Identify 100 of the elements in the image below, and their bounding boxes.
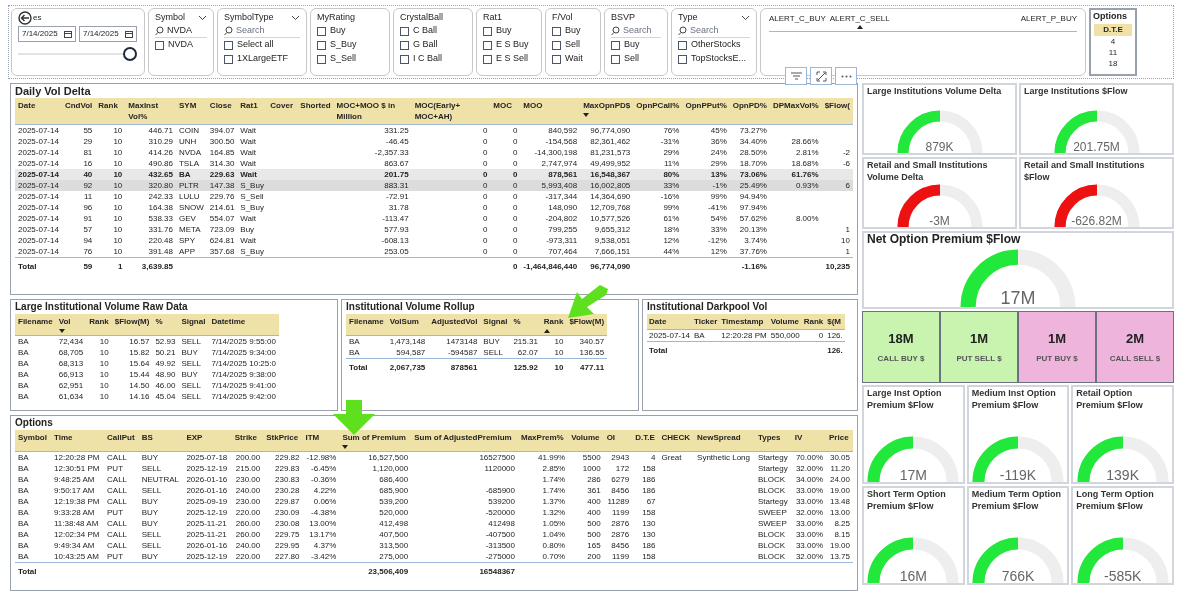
checkbox-label[interactable]: NVDA (168, 38, 193, 52)
table-row[interactable]: 2025-07-14 57 10 331.76 META 723.09 Buy 577.93 0 0 799,255 9,655,312 18% 33% 20.13% 1 (15, 224, 853, 235)
search-field[interactable]: Search (678, 24, 750, 38)
table-row[interactable]: BA 594,587 -594587 SELL 62.07 10 136.55 (346, 347, 608, 359)
checkbox[interactable] (400, 40, 409, 50)
column-header[interactable]: Date (647, 314, 692, 330)
checkbox[interactable] (552, 54, 561, 64)
search-field[interactable]: Search (611, 24, 661, 38)
checkbox-label[interactable]: Wait (565, 52, 583, 66)
column-header[interactable]: DPMaxVol% (770, 98, 822, 125)
table-row[interactable]: BA 68,705 10 15.82 50.21 BUY 7/14/2025 9:34:00 (15, 347, 279, 358)
column-header[interactable]: SYM (175, 98, 207, 125)
checkbox[interactable] (483, 26, 492, 36)
column-header[interactable]: Vol (55, 314, 87, 336)
column-header[interactable]: Sum of Premium (339, 430, 412, 452)
checkbox-label[interactable]: Sell (624, 52, 639, 66)
checkbox[interactable] (317, 26, 326, 36)
table-row[interactable]: BA 9:48:25 AM CALL NEUTRAL 2026-01-16 230.00 230.83 -0.36% 686,400 1.74% 286 6279 186 BLOCK 34.00% 24.00 (15, 474, 853, 485)
column-header[interactable]: $Flow( (821, 98, 853, 125)
column-header[interactable]: Rank (801, 314, 826, 330)
checkbox-label[interactable]: Buy (565, 24, 581, 38)
table-row[interactable]: BA 62,951 10 14.50 46.00 SELL 7/14/2025 9:41:00 (15, 380, 279, 391)
column-header[interactable]: OpnPCall% (633, 98, 683, 125)
checkbox-label[interactable]: 1XLargeETF (237, 52, 289, 66)
table-row[interactable]: BA 12:02:34 PM CALL SELL 2025-11-21 260.00 229.75 13.17% 407,500 -407500 1.04% 500 2876 130 BLOCK 33.00% 8.15 (15, 529, 853, 540)
column-header[interactable]: IV (791, 430, 826, 452)
checkbox[interactable] (611, 54, 620, 64)
column-header[interactable]: Timestamp (719, 314, 769, 330)
column-header[interactable]: MOO (520, 98, 581, 125)
column-header[interactable]: Types (754, 430, 792, 452)
table-row[interactable]: 2025-07-14 11 10 242.33 LULU 229.76 S_Sell -72.91 0 0 -317,344 14,364,690 -16% 99% 94.94% (15, 191, 853, 202)
checkbox-label[interactable]: E S Buy (496, 38, 529, 52)
column-header[interactable]: Rat1 (237, 98, 268, 125)
column-header[interactable]: EXP (183, 430, 232, 452)
column-header[interactable]: $(M (825, 314, 845, 330)
column-header[interactable]: MOC (490, 98, 521, 125)
column-header[interactable]: Cover (267, 98, 298, 125)
list-item[interactable]: 18 (1094, 57, 1132, 69)
table-row[interactable]: 2025-07-14 94 10 220.48 SPY 624.81 Wait -608.13 0 0 -973,311 9,538,051 12% -12% 3.74% 10 (15, 235, 853, 246)
column-header[interactable]: OpnPPut% (682, 98, 730, 125)
column-header[interactable]: Signal (178, 314, 209, 336)
column-header[interactable]: Sum of AdjustedPremium (411, 430, 518, 452)
column-header[interactable]: OI (603, 430, 633, 452)
column-header[interactable]: StkPrice (263, 430, 303, 452)
table-row[interactable]: BA 9:50:17 AM CALL SELL 2026-01-16 240.00 230.28 4.22% 685,900 -685900 1.74% 361 8456 186 BLOCK 33.00% 19.00 (15, 485, 853, 496)
search-field[interactable]: NVDA (155, 24, 207, 38)
column-header[interactable]: Rank (86, 314, 112, 336)
focus-mode-button[interactable] (810, 67, 832, 85)
checkbox[interactable] (611, 40, 620, 50)
checkbox[interactable] (224, 40, 233, 50)
column-header[interactable]: Rank (95, 98, 126, 125)
checkbox[interactable] (483, 40, 492, 50)
checkbox-label[interactable]: Buy (330, 24, 346, 38)
column-header[interactable]: Filename (346, 314, 387, 336)
checkbox[interactable] (155, 40, 164, 50)
table-row[interactable]: 2025-07-14 29 10 310.29 UNH 300.50 Wait -46.45 0 0 -154,568 82,361,462 -31% 36% 34.40% 28.66% (15, 136, 853, 147)
table-row[interactable]: 2025-07-14 76 10 391.48 APP 357.68 S_Buy 253.05 0 0 707,464 7,666,151 44% 12% 37.76% 1 (15, 246, 853, 258)
checkbox[interactable] (483, 54, 492, 64)
table-row[interactable]: BA 68,313 10 15.64 49.92 SELL 7/14/2025 10:25:0 (15, 358, 279, 369)
column-header[interactable]: $Flow(M) (566, 314, 608, 336)
column-header[interactable]: VolSum (386, 314, 429, 336)
checkbox-label[interactable]: Select all (237, 38, 274, 52)
checkbox-label[interactable]: C Ball (413, 24, 437, 38)
checkbox[interactable] (400, 26, 409, 36)
column-header[interactable]: Ticker (691, 314, 720, 330)
checkbox[interactable] (317, 40, 326, 50)
column-header[interactable]: Signal (480, 314, 511, 336)
table-row[interactable]: BA 9:33:28 AM PUT BUY 2025-12-19 220.00 230.09 -4.38% 520,000 -520000 1.32% 400 1199 158 SWEEP 32.00% 13.00 (15, 507, 853, 518)
column-header[interactable]: D.T.E (632, 430, 659, 452)
checkbox-label[interactable]: Sell (565, 38, 580, 52)
column-header[interactable]: Rank (540, 314, 567, 336)
column-header[interactable]: OpnPD% (729, 98, 770, 125)
column-header[interactable]: AdjustedVol (428, 314, 481, 336)
checkbox[interactable] (224, 54, 233, 64)
checkbox-label[interactable]: I C Ball (413, 52, 442, 66)
slider-handle[interactable] (123, 47, 137, 61)
table-row[interactable]: 2025-07-14 16 10 490.86 TSLA 314.30 Wait 863.67 0 0 2,747,974 49,499,952 11% 29% 18.70% 18.68% -6 (15, 158, 853, 169)
column-header[interactable]: Strike (231, 430, 264, 452)
column-header[interactable]: Volume (568, 430, 604, 452)
column-header[interactable]: Symbol (15, 430, 51, 452)
column-header[interactable]: $Flow(M) (111, 314, 153, 336)
table-row[interactable]: BA 10:43:25 AM PUT BUY 2025-12-19 220.00 227.80 -3.42% 275,000 -275000 0.70% 200 1199 158 BLOCK 32.00% 13.75 (15, 551, 853, 563)
column-header[interactable]: BS (138, 430, 184, 452)
column-header[interactable]: CallPut (104, 430, 139, 452)
slider[interactable] (18, 47, 137, 61)
column-header[interactable]: CHECK (658, 430, 695, 452)
column-header[interactable]: ITM (302, 430, 340, 452)
table-row[interactable]: 2025-07-14 40 10 432.65 BA 229.63 Wait 201.75 0 0 878,561 16,548,367 80% 13% 73.06% 61.76% (15, 169, 853, 180)
table-row[interactable]: BA 12:19:38 PM CALL BUY 2025-09-19 230.00 229.87 0.06% 539,200 539200 1.37% 400 11289 67 Startegy 33.00% 13.48 (15, 496, 853, 507)
table-row[interactable]: 2025-07-14 92 10 320.80 PLTR 147.38 S_Buy 883.31 0 0 5,993,408 16,002,805 33% -1% 25.49% 0.93% 6 (15, 180, 853, 191)
column-header[interactable]: MOC+MOO $ in Million (333, 98, 412, 125)
table-row[interactable]: BA 11:38:48 AM CALL BUY 2025-11-21 260.00 230.08 13.00% 412,498 412498 1.05% 500 2876 130 SWEEP 33.00% 8.25 (15, 518, 853, 529)
list-item[interactable]: 4 (1094, 35, 1132, 47)
column-header[interactable]: Date (15, 98, 62, 125)
table-row[interactable]: BA 1,473,148 1473148 BUY 215.31 10 340.57 (346, 335, 608, 347)
table-row[interactable]: 2025-07-14 BA 12:20:28 PM 550,000 0 126. (647, 329, 845, 342)
column-header[interactable]: Datetime (208, 314, 279, 336)
table-row[interactable]: 2025-07-14 55 10 446.71 COIN 394.07 Wait 331.25 0 0 840,592 96,774,090 76% 45% 73.27% (15, 124, 853, 136)
column-header[interactable]: ALERT_P_BUY (1020, 13, 1077, 25)
table-row[interactable]: BA 66,913 10 15.44 48.90 BUY 7/14/2025 9:38:00 (15, 369, 279, 380)
